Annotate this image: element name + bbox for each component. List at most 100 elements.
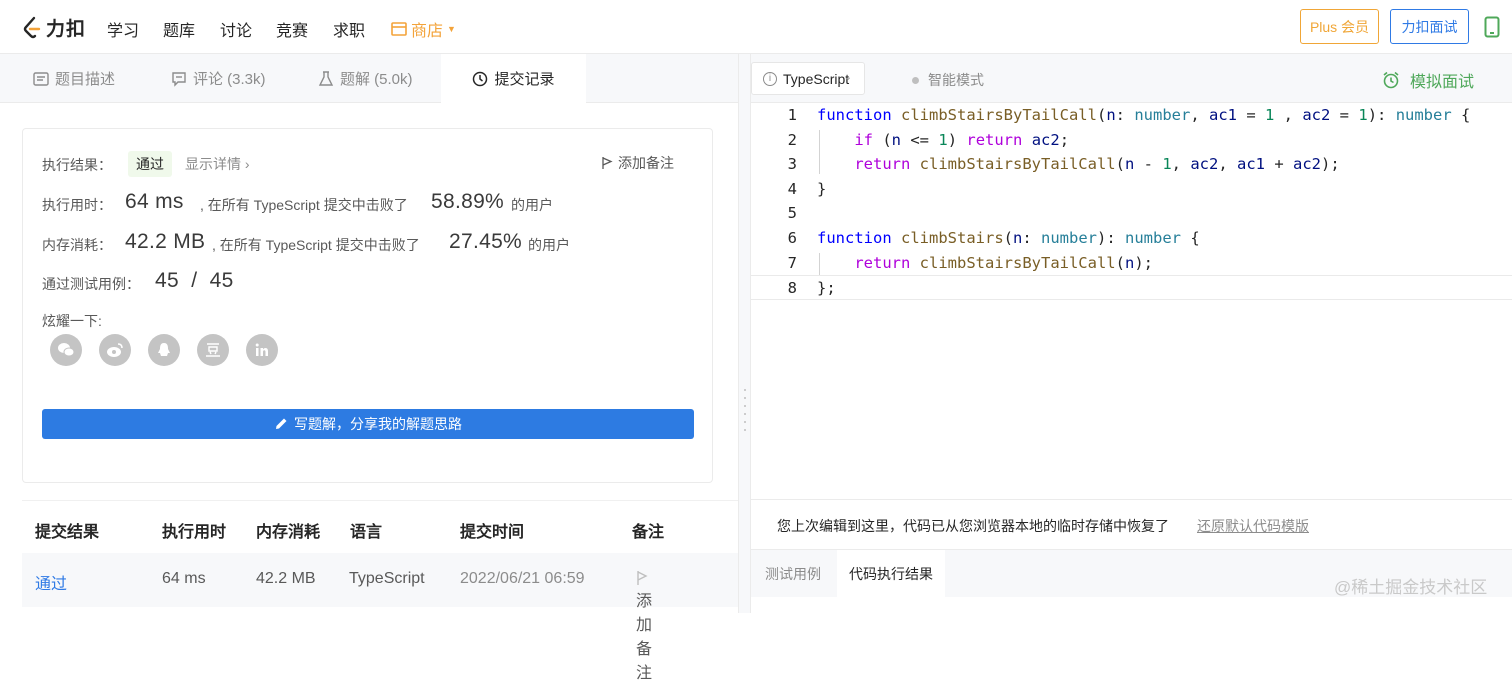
language-select[interactable]: i TypeScript ⌄	[751, 62, 865, 95]
tab-solutions[interactable]: 题解 (5.0k)	[318, 54, 413, 103]
mobile-app-icon[interactable]	[1484, 16, 1500, 38]
nav-discuss[interactable]: 讨论	[220, 17, 252, 41]
mock-interview-button[interactable]: 模拟面试	[1382, 68, 1474, 92]
tab-description[interactable]: 题目描述	[33, 54, 115, 103]
tab-submissions[interactable]: 提交记录	[441, 54, 586, 103]
alarm-clock-icon	[1383, 71, 1399, 89]
wechat-icon[interactable]	[50, 334, 82, 366]
runtime-value: 64 ms	[125, 190, 184, 213]
linkedin-icon[interactable]	[246, 334, 278, 366]
logo[interactable]: 力扣	[22, 14, 86, 41]
testcases-label: 通过测试用例：	[42, 276, 140, 292]
write-solution-button[interactable]: 写题解，分享我的解题思路	[42, 409, 694, 439]
clock-icon	[473, 71, 488, 86]
tab-solutions-label: 题解 (5.0k)	[340, 71, 413, 88]
show-details-link[interactable]: 显示详情 ›	[185, 154, 250, 174]
row-add-note-label: 添加备注	[636, 593, 653, 682]
line-number: 4	[787, 179, 797, 198]
tab-run-result[interactable]: 代码执行结果	[837, 550, 945, 598]
store-label: 商店	[411, 23, 444, 40]
caret-down-icon: ▼	[447, 24, 456, 34]
row-time: 2022/06/21 06:59	[460, 570, 585, 587]
store-icon	[391, 22, 407, 36]
add-note-label: 添加备注	[618, 155, 674, 171]
row-result-link[interactable]: 通过	[35, 570, 67, 594]
flag-icon	[602, 157, 613, 169]
code-text: function climbStairs(n: number): number …	[817, 229, 1200, 247]
share-label: 炫耀一下:	[42, 313, 102, 329]
line-number: 2	[787, 130, 797, 149]
memory-value: 42.2 MB	[125, 230, 206, 253]
result-label: 执行结果：	[42, 157, 112, 173]
line-number: 7	[787, 253, 797, 272]
memory-label: 内存消耗：	[42, 237, 112, 253]
testcases-value: 45 / 45	[155, 269, 234, 292]
row-language: TypeScript	[349, 570, 425, 587]
plus-member-button[interactable]: Plus 会员	[1300, 9, 1379, 44]
code-line-7: 7 return climbStairsByTailCall(n);	[751, 251, 1512, 276]
drag-handle-icon[interactable]	[744, 389, 747, 431]
runtime-label: 执行用时：	[42, 197, 112, 213]
chevron-down-icon: ⌄	[843, 72, 852, 83]
tab-description-label: 题目描述	[55, 71, 116, 88]
code-text: return climbStairsByTailCall(n - 1, ac2,…	[854, 155, 1340, 174]
editor-toolbar: i TypeScript ⌄ 智能模式 模拟面试	[751, 54, 1512, 103]
smart-mode-label: 智能模式	[928, 72, 984, 88]
runtime-percentile: 58.89%	[431, 190, 505, 213]
weibo-icon[interactable]	[99, 334, 131, 366]
code-line-4: 4 }	[751, 177, 1512, 202]
row-runtime: 64 ms	[162, 570, 206, 587]
status-badge: 通过	[128, 151, 172, 177]
col-language: 语言	[350, 524, 383, 541]
submissions-table: 提交结果 执行用时 内存消耗 语言 提交时间 备注 通过 64 ms 42.2 …	[22, 500, 738, 682]
top-navbar: 力扣 学习 题库 讨论 竞赛 求职 商店 ▼ Plus 会员 力扣面试	[0, 0, 1512, 54]
smart-mode-toggle[interactable]: 智能模式	[912, 70, 984, 90]
row-memory: 42.2 MB	[256, 570, 316, 587]
col-runtime: 执行用时	[162, 524, 227, 541]
col-memory: 内存消耗	[256, 524, 321, 541]
nav-learn[interactable]: 学习	[107, 17, 139, 41]
console-body	[751, 597, 1512, 613]
language-label: TypeScript	[783, 70, 850, 87]
memory-percentile: 27.45%	[449, 230, 523, 253]
nav-contest[interactable]: 竞赛	[276, 17, 308, 41]
interview-button[interactable]: 力扣面试	[1390, 9, 1469, 44]
leetcode-logo-icon	[23, 16, 41, 38]
document-icon	[33, 71, 49, 86]
restore-banner: 您上次编辑到这里，代码已从您浏览器本地的临时存储中恢复了 还原默认代码模版	[751, 499, 1512, 549]
nav-jobs[interactable]: 求职	[333, 17, 365, 41]
col-note: 备注	[632, 524, 665, 541]
row-add-note[interactable]: 添加备注	[636, 570, 652, 682]
problem-tabs: 题目描述 评论 (3.3k) 题解 (5.0k) 提交记录	[0, 54, 738, 103]
memory-text: , 在所有 TypeScript 提交中击败了	[212, 237, 420, 253]
runtime-users-suffix: 的用户	[511, 197, 553, 213]
code-line-3: 3 return climbStairsByTailCall(n - 1, ac…	[751, 152, 1512, 177]
line-number: 5	[787, 204, 797, 223]
code-editor[interactable]: 1 function climbStairsByTailCall(n: numb…	[751, 103, 1512, 499]
line-number: 1	[787, 106, 797, 124]
add-note-button[interactable]: 添加备注	[601, 153, 674, 173]
line-number: 8	[787, 279, 797, 298]
panel-splitter[interactable]	[738, 54, 751, 613]
restore-message: 您上次编辑到这里，代码已从您浏览器本地的临时存储中恢复了	[777, 518, 1169, 534]
nav-store[interactable]: 商店 ▼	[391, 17, 456, 41]
table-row: 通过 64 ms 42.2 MB TypeScript 2022/06/21 0…	[22, 553, 738, 682]
watermark: @稀土掘金技术社区	[1334, 578, 1488, 597]
tab-testcases[interactable]: 测试用例	[765, 550, 821, 598]
tab-comments-label: 评论 (3.3k)	[193, 71, 266, 88]
tab-comments[interactable]: 评论 (3.3k)	[171, 54, 266, 103]
douban-icon[interactable]	[197, 334, 229, 366]
share-icons	[50, 334, 278, 366]
toggle-dot-icon	[912, 76, 919, 84]
logo-text: 力扣	[46, 19, 87, 40]
nav-problems[interactable]: 题库	[163, 17, 195, 41]
code-line-8: 8 };	[751, 275, 1512, 300]
info-icon: i	[763, 71, 777, 86]
restore-default-link[interactable]: 还原默认代码模版	[1197, 516, 1309, 536]
mock-interview-label: 模拟面试	[1410, 74, 1475, 91]
qq-icon[interactable]	[148, 334, 180, 366]
pencil-icon	[276, 418, 287, 429]
code-text: function climbStairsByTailCall(n: number…	[817, 106, 1471, 124]
code-line-1: 1 function climbStairsByTailCall(n: numb…	[751, 103, 1512, 128]
code-text: if (n <= 1) return ac2;	[854, 130, 1070, 149]
